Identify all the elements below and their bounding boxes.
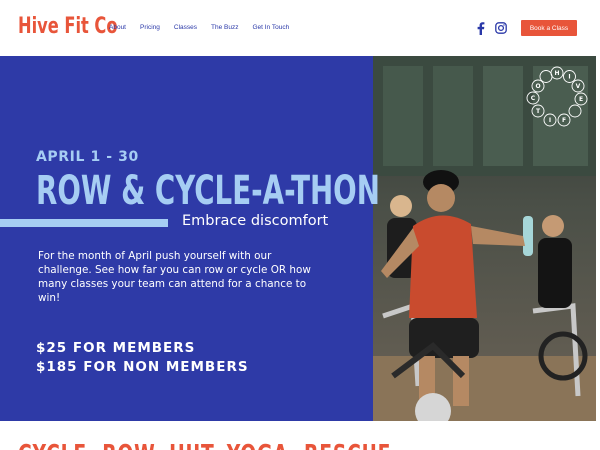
hero-right-edge [596,56,600,421]
site-logo[interactable]: Hive Fit Co [18,14,118,39]
instagram-icon[interactable] [494,21,508,35]
nav-get-in-touch[interactable]: Get In Touch [252,24,289,31]
nav-classes[interactable]: Classes [174,24,197,31]
badge-letter: T [536,108,541,115]
price-members: $25 FOR MEMBERS [36,340,196,356]
price-non-members: $185 FOR NON MEMBERS [36,359,249,375]
event-headline: ROW & CYCLE-A-THON [36,168,380,214]
facebook-icon[interactable] [473,21,487,35]
badge-letter: C [531,95,536,102]
nav-pricing[interactable]: Pricing [140,24,160,31]
nav-the-buzz[interactable]: The Buzz [211,24,238,31]
section-heading: CYCLE. ROW. HIIT. YOGA. RESCUE [18,440,391,450]
main-nav: About Pricing Classes The Buzz Get In To… [109,24,289,31]
site-header: Hive Fit Co About Pricing Classes The Bu… [0,0,600,56]
book-a-class-button[interactable]: Book a Class [521,20,577,36]
accent-bar [0,219,168,227]
badge-letter: I [568,74,570,81]
badge-letter: H [554,70,559,77]
badge-letter: V [576,83,581,90]
badge-letter: I [549,117,551,124]
event-description: For the month of April push yourself wit… [38,250,311,304]
event-dates: APRIL 1 - 30 [36,149,139,165]
event-tagline: Embrace discomfort [182,213,329,229]
hive-fit-co-badge: H I V E F I T C O [526,66,588,127]
badge-letter: O [535,83,540,90]
badge-letter: F [562,117,566,124]
badge-letter: E [579,96,583,103]
hero-section: APRIL 1 - 30 ROW & CYCLE-A-THON Embrace … [0,56,600,421]
nav-about[interactable]: About [109,24,126,31]
